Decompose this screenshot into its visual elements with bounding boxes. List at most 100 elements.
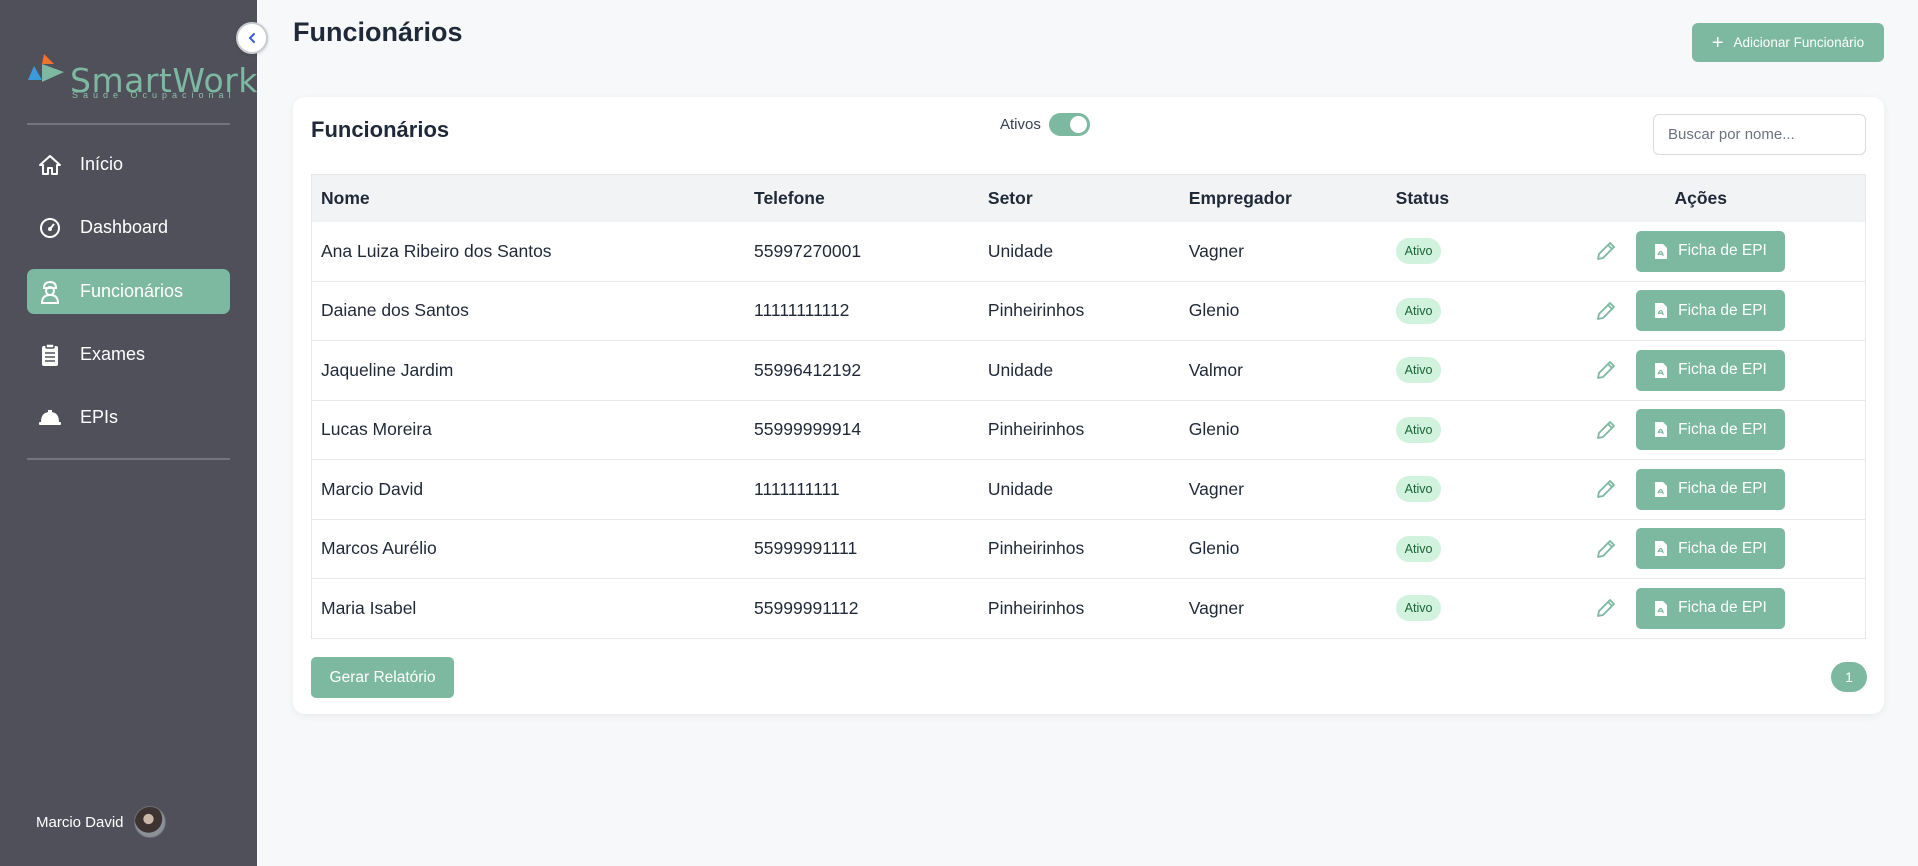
edit-button[interactable] (1594, 239, 1618, 263)
cell-setor: Unidade (987, 478, 1054, 499)
sidebar: SmartWork Saúde Ocupacional Início Dashb… (0, 0, 257, 866)
status-badge: Ativo (1395, 357, 1442, 384)
file-pdf-icon (1654, 362, 1668, 379)
cell-nome: Jaqueline Jardim (321, 359, 454, 380)
epi-sheet-button[interactable]: Ficha de EPI (1636, 230, 1785, 272)
table-row: Lucas Moreira 55999999914 Pinheirinhos G… (311, 400, 1866, 460)
edit-button[interactable] (1594, 418, 1618, 442)
cell-nome: Lucas Moreira (321, 419, 432, 440)
cell-status: Ativo (1387, 341, 1537, 401)
cell-setor: Pinheirinhos (987, 538, 1085, 559)
page-title: Funcionários (293, 17, 463, 47)
active-toggle[interactable] (1048, 113, 1090, 136)
cell-empregador: Vagner (1188, 478, 1244, 499)
cell-empregador: Glenio (1188, 538, 1240, 559)
cell-status: Ativo (1387, 281, 1537, 341)
status-badge: Ativo (1395, 535, 1442, 562)
pencil-icon (1597, 242, 1615, 260)
column-header-telefone[interactable]: Telefone (745, 174, 979, 222)
sidebar-item-epis[interactable]: EPIs (27, 395, 230, 440)
file-pdf-icon (1654, 302, 1668, 319)
status-badge: Ativo (1395, 238, 1442, 264)
cell-telefone: 55999991112 (754, 597, 859, 618)
column-header-setor[interactable]: Setor (978, 174, 1180, 222)
sidebar-item-dashboard[interactable]: Dashboard (27, 205, 230, 250)
epi-sheet-button[interactable]: Ficha de EPI (1636, 468, 1785, 510)
collapse-sidebar-button[interactable] (236, 22, 268, 54)
epi-sheet-label: Ficha de EPI (1678, 480, 1767, 498)
logo-tagline: Saúde Ocupacional (72, 90, 236, 100)
avatar (133, 806, 166, 838)
cell-status: Ativo (1387, 400, 1537, 460)
cell-status: Ativo (1387, 519, 1537, 579)
table-row: Marcio David 1111111111 Unidade Vagner A… (311, 460, 1866, 520)
edit-button[interactable] (1594, 537, 1618, 561)
cell-status: Ativo (1387, 222, 1537, 282)
pencil-icon (1597, 420, 1615, 439)
sidebar-item-funcionarios[interactable]: Funcionários (27, 269, 230, 314)
cell-empregador: Vagner (1188, 240, 1244, 261)
status-badge: Ativo (1395, 595, 1442, 622)
cell-status: Ativo (1387, 460, 1537, 520)
table-row: Daiane dos Santos 11111111112 Pinheirinh… (311, 281, 1866, 341)
table-row: Maria Isabel 55999991112 Pinheirinhos Va… (311, 579, 1866, 638)
cell-telefone: 1111111111 (754, 478, 840, 499)
user-profile[interactable]: Marcio David (36, 806, 166, 838)
epi-sheet-button[interactable]: Ficha de EPI (1636, 409, 1785, 451)
edit-button[interactable] (1594, 358, 1618, 382)
sidebar-item-label: Dashboard (80, 217, 169, 237)
epi-sheet-label: Ficha de EPI (1678, 539, 1767, 557)
column-header-status[interactable]: Status (1386, 174, 1537, 222)
employees-table: Nome Telefone Setor Empregador Status Aç… (311, 174, 1866, 639)
pencil-icon (1597, 599, 1615, 618)
status-badge: Ativo (1395, 416, 1442, 443)
table-row: Ana Luiza Ribeiro dos Santos 55997270001… (311, 222, 1866, 282)
status-badge: Ativo (1395, 297, 1442, 324)
home-icon (36, 151, 64, 179)
sidebar-item-label: Início (80, 154, 124, 174)
cell-actions: Ficha de EPI (1537, 222, 1866, 282)
column-header-nome[interactable]: Nome (311, 174, 746, 222)
edit-button[interactable] (1594, 477, 1618, 501)
toggle-knob (1069, 116, 1087, 133)
helmet-icon (36, 404, 64, 432)
sidebar-item-inicio[interactable]: Início (27, 142, 230, 187)
cell-setor: Unidade (987, 359, 1054, 380)
cell-empregador: Vagner (1188, 597, 1244, 618)
sidebar-item-label: EPIs (80, 407, 119, 427)
plus-icon: + (1711, 31, 1724, 54)
cell-empregador: Glenio (1188, 300, 1240, 321)
epi-sheet-label: Ficha de EPI (1678, 420, 1767, 438)
add-employee-label: Adicionar Funcionário (1733, 35, 1865, 50)
cell-telefone: 55999991111 (754, 538, 858, 559)
status-badge: Ativo (1395, 476, 1442, 503)
epi-sheet-label: Ficha de EPI (1678, 361, 1767, 379)
cell-telefone: 11111111112 (754, 300, 850, 321)
pencil-icon (1597, 361, 1615, 380)
edit-button[interactable] (1594, 596, 1618, 620)
sidebar-item-exames[interactable]: Exames (27, 332, 230, 377)
cell-empregador: Valmor (1188, 359, 1243, 380)
cell-actions: Ficha de EPI (1537, 281, 1866, 341)
generate-report-button[interactable]: Gerar Relatório (311, 657, 454, 698)
file-pdf-icon (1654, 243, 1668, 260)
edit-button[interactable] (1594, 299, 1618, 323)
epi-sheet-button[interactable]: Ficha de EPI (1636, 349, 1785, 391)
cell-telefone: 55996412192 (754, 359, 862, 380)
epi-sheet-label: Ficha de EPI (1678, 301, 1767, 319)
search-input[interactable] (1653, 114, 1866, 155)
column-header-acoes: Ações (1536, 174, 1866, 222)
sidebar-item-label: Exames (80, 344, 146, 364)
pagination-page-1[interactable]: 1 (1831, 662, 1867, 692)
smartwork-logo[interactable]: SmartWork Saúde Ocupacional (28, 52, 257, 104)
epi-sheet-button[interactable]: Ficha de EPI (1636, 528, 1785, 570)
add-employee-button[interactable]: + Adicionar Funcionário (1692, 23, 1884, 62)
cell-empregador: Glenio (1188, 419, 1240, 440)
epi-sheet-button[interactable]: Ficha de EPI (1636, 290, 1785, 332)
gauge-icon (36, 214, 64, 242)
table-row: Jaqueline Jardim 55996412192 Unidade Val… (311, 341, 1866, 401)
pencil-icon (1597, 480, 1615, 499)
column-header-empregador[interactable]: Empregador (1179, 174, 1387, 222)
epi-sheet-button[interactable]: Ficha de EPI (1636, 587, 1785, 629)
sidebar-divider (27, 123, 230, 125)
